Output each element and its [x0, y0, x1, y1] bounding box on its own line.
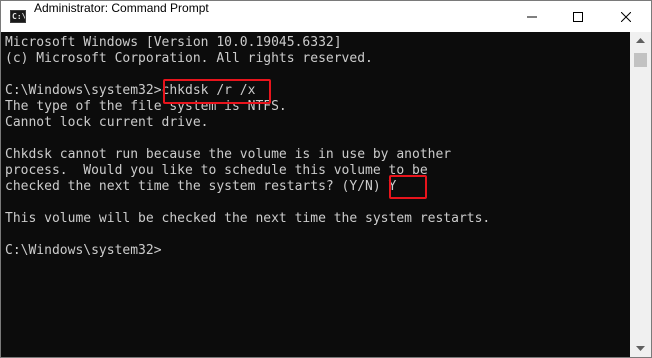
console-line: Microsoft Windows [Version 10.0.19045.63…: [5, 35, 342, 50]
scroll-down-button[interactable]: [630, 340, 651, 357]
close-button[interactable]: [603, 1, 649, 32]
console-line: C:\Windows\system32>: [5, 243, 162, 258]
minimize-button[interactable]: [509, 1, 555, 32]
command-prompt-window: C:\ Administrator: Command Prompt Micros…: [0, 0, 652, 358]
answer-highlight-box: [389, 175, 427, 199]
console-line: Cannot lock current drive.: [5, 115, 209, 130]
console-output[interactable]: Microsoft Windows [Version 10.0.19045.63…: [1, 32, 630, 357]
maximize-icon: [573, 11, 583, 22]
chevron-down-icon: [636, 346, 645, 351]
command-prompt-icon[interactable]: C:\: [10, 10, 26, 23]
console-line: checked the next time the system restart…: [5, 179, 397, 194]
console-line: This volume will be checked the next tim…: [5, 211, 491, 226]
scroll-thumb[interactable]: [634, 53, 647, 67]
maximize-button[interactable]: [555, 1, 601, 32]
console-line: (c) Microsoft Corporation. All rights re…: [5, 51, 373, 66]
scroll-up-button[interactable]: [630, 32, 651, 49]
close-icon: [621, 11, 631, 22]
command-highlight-box: [163, 79, 271, 104]
title-bar[interactable]: C:\ Administrator: Command Prompt: [1, 1, 651, 32]
vertical-scrollbar[interactable]: [630, 32, 651, 357]
console-line: Chkdsk cannot run because the volume is …: [5, 147, 452, 162]
chevron-up-icon: [636, 38, 645, 43]
window-title: Administrator: Command Prompt: [34, 1, 209, 15]
console-line: process. Would you like to schedule this…: [5, 163, 428, 178]
minimize-icon: [527, 16, 537, 17]
